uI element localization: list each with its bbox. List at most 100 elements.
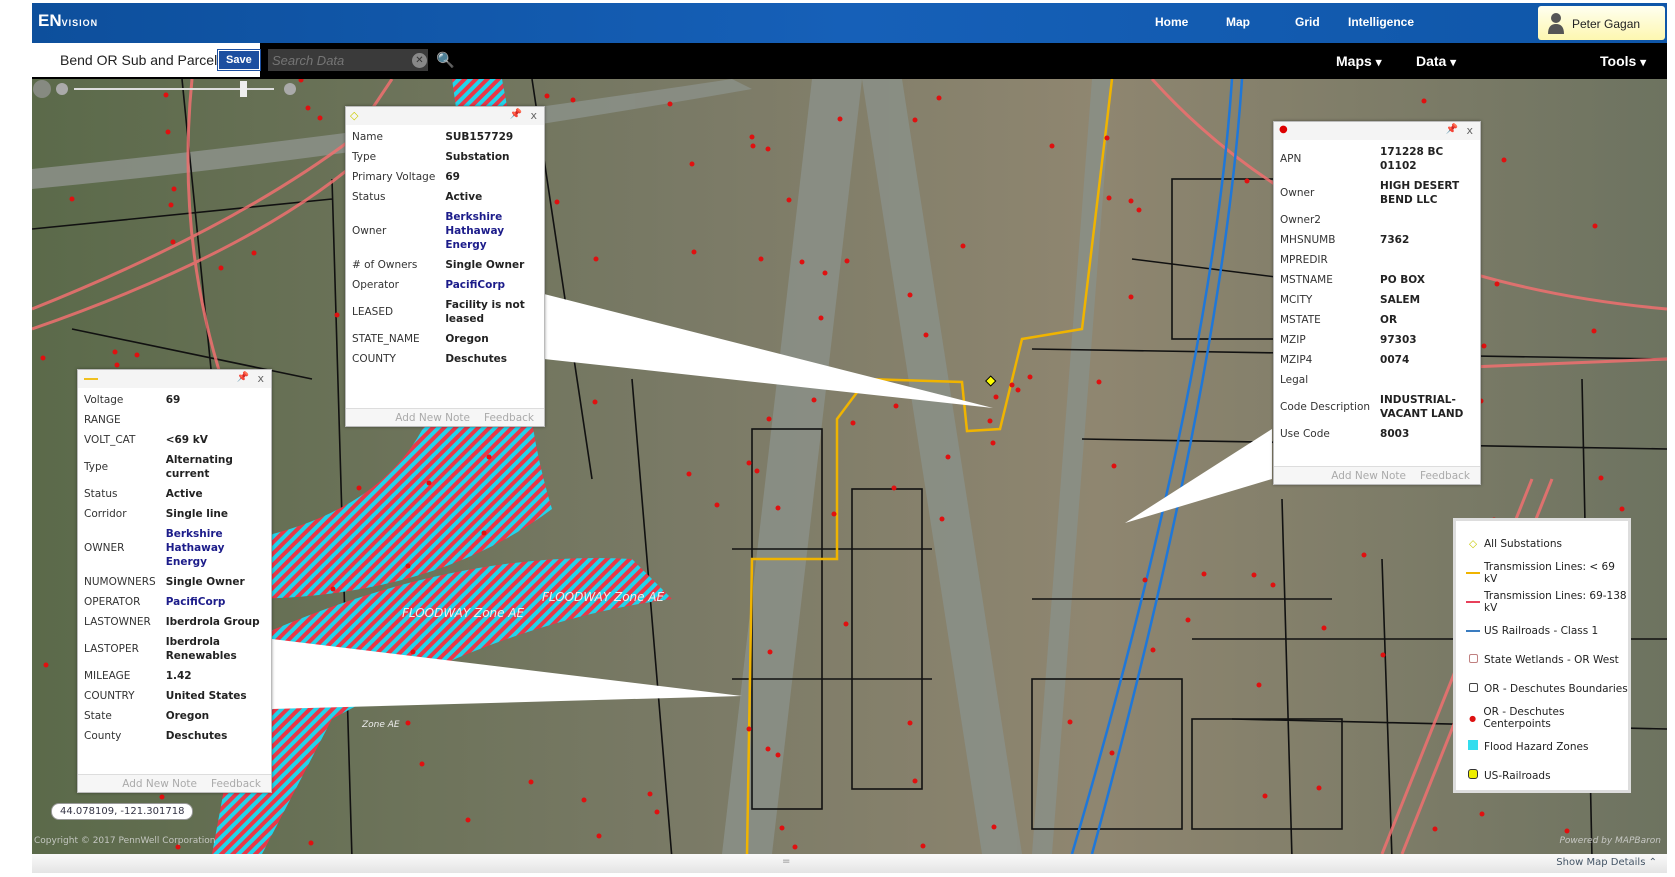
legend-square-outline-icon <box>1466 682 1480 695</box>
search-icon[interactable]: 🔍 <box>436 51 455 69</box>
centerpoint-marker <box>767 649 773 655</box>
centerpoint-marker <box>775 752 781 758</box>
legend-item[interactable]: OR - Deschutes Boundaries <box>1466 674 1628 703</box>
attribute-row: Owner HIGH DESERT BEND LLC <box>1278 176 1476 210</box>
centerpoint-marker <box>746 726 752 732</box>
centerpoint-marker <box>749 134 755 140</box>
attribute-key: Corridor <box>84 508 127 520</box>
show-map-details-button[interactable]: Show Map Details ⌃ <box>1556 857 1657 868</box>
save-button[interactable]: Save <box>217 49 261 71</box>
feedback-link[interactable]: Feedback <box>1420 470 1470 482</box>
centerpoint-marker <box>1262 793 1268 799</box>
centerpoint-marker <box>69 196 75 202</box>
menu-data[interactable]: Data ▾ <box>1416 53 1456 69</box>
nav-home[interactable]: Home <box>1155 15 1188 29</box>
clear-search-icon[interactable]: ✕ <box>412 53 427 68</box>
attribute-key: Use Code <box>1280 428 1330 440</box>
pin-icon[interactable]: 📌 <box>510 109 522 120</box>
pan-icon[interactable] <box>33 80 51 98</box>
legend-item[interactable]: ◇ All Substations <box>1466 529 1628 558</box>
attribute-key: COUNTY <box>352 353 396 365</box>
attribute-row: APN 171228 BC 01102 <box>1278 142 1476 176</box>
centerpoint-marker <box>960 243 966 249</box>
attribute-value[interactable]: PacifiCorp <box>443 275 540 295</box>
close-icon[interactable]: x <box>1466 124 1473 137</box>
centerpoint-marker <box>134 352 140 358</box>
centerpoint-marker <box>114 362 120 368</box>
zoom-control[interactable] <box>32 79 302 99</box>
add-note-link[interactable]: Add New Note <box>1331 470 1406 482</box>
attribute-key: MZIP4 <box>1280 354 1313 366</box>
centerpoint-marker <box>1592 223 1598 229</box>
centerpoint-marker <box>920 843 926 849</box>
centerpoint-marker <box>554 199 560 205</box>
attribute-value: <69 kV <box>165 434 208 446</box>
pin-icon[interactable]: 📌 <box>237 372 249 383</box>
centerpoint-marker <box>486 454 492 460</box>
legend-label: OR - Deschutes Boundaries <box>1484 682 1628 695</box>
pin-icon[interactable]: 📌 <box>1446 124 1458 135</box>
attribute-key: County <box>84 730 122 742</box>
add-note-link[interactable]: Add New Note <box>122 778 197 790</box>
centerpoint-marker <box>317 115 323 121</box>
legend-item[interactable]: ● OR - Deschutes Centerpoints <box>1466 703 1628 732</box>
attribute-row: Operator PacifiCorp <box>350 275 540 295</box>
logo-sub: VISION <box>61 18 99 28</box>
user-menu[interactable]: Peter Gagan <box>1538 6 1665 40</box>
centerpoint-marker <box>159 794 165 800</box>
nav-map[interactable]: Map <box>1226 15 1250 29</box>
attribute-value: 8003 <box>1380 428 1410 440</box>
zoom-out-icon[interactable] <box>56 83 68 95</box>
legend-item[interactable]: US-Railroads <box>1466 761 1628 790</box>
legend-item[interactable]: US Railroads - Class 1 <box>1466 616 1628 645</box>
attribute-row: MSTATE OR <box>1278 310 1476 330</box>
nav-intelligence[interactable]: Intelligence <box>1348 15 1414 29</box>
search-input[interactable] <box>268 49 428 71</box>
zoom-slider-handle[interactable] <box>240 81 247 97</box>
attribute-row: Legal <box>1278 370 1476 390</box>
popup-footer: Add New Note Feedback <box>1274 466 1480 484</box>
nav-grid[interactable]: Grid <box>1295 15 1320 29</box>
centerpoint-marker <box>1380 652 1386 658</box>
centerpoint-marker <box>987 418 993 424</box>
close-icon[interactable]: x <box>530 109 537 122</box>
attribute-value[interactable]: Berkshire Hathaway Energy <box>164 524 267 572</box>
attribute-value[interactable]: Berkshire Hathaway Energy <box>443 207 540 255</box>
resize-handle[interactable]: = <box>782 856 790 867</box>
centerpoint-marker <box>305 105 311 111</box>
close-icon[interactable]: x <box>257 372 264 385</box>
feedback-link[interactable]: Feedback <box>211 778 261 790</box>
attribute-value[interactable]: PacifiCorp <box>164 592 267 612</box>
centerpoint-marker <box>112 349 118 355</box>
add-note-link[interactable]: Add New Note <box>395 412 470 424</box>
menu-tools[interactable]: Tools ▾ <box>1600 53 1646 69</box>
legend-item[interactable]: Transmission Lines: < 69 kV <box>1466 558 1628 587</box>
centerpoint-marker <box>308 840 314 846</box>
centerpoint-marker <box>570 97 576 103</box>
centerpoint-marker <box>936 95 942 101</box>
attribute-value: Alternating current <box>165 454 233 480</box>
centerpoint-marker <box>1128 198 1134 204</box>
attribute-key: APN <box>1280 153 1302 165</box>
envision-app: ENVISION Home Map Grid Intelligence Pete… <box>32 3 1667 873</box>
map-canvas[interactable]: FLOODWAY Zone AE FLOODWAY Zone AE Zone A… <box>32 79 1667 854</box>
centerpoint-marker <box>799 259 805 265</box>
centerpoint-marker <box>1244 178 1250 184</box>
attribute-row: Code Description INDUSTRIAL-VACANT LAND <box>1278 390 1476 424</box>
centerpoint-marker <box>40 355 46 361</box>
legend-item[interactable]: Transmission Lines: 69-138 kV <box>1466 587 1628 616</box>
legend-item[interactable]: Flood Hazard Zones <box>1466 732 1628 761</box>
centerpoint-marker <box>1564 828 1570 834</box>
attribute-key: COUNTRY <box>84 690 135 702</box>
zoom-in-icon[interactable] <box>284 83 296 95</box>
envision-logo[interactable]: ENVISION <box>38 11 98 31</box>
centerpoint-marker <box>330 586 336 592</box>
menu-maps[interactable]: Maps ▾ <box>1336 53 1382 69</box>
attribute-row: MPREDIR <box>1278 250 1476 270</box>
transmission-line-popup: 📌 x Voltage 69 RANGE VOLT_CAT <69 kV Type Alter… <box>77 369 272 793</box>
attribute-key: Legal <box>1280 374 1309 386</box>
feedback-link[interactable]: Feedback <box>484 412 534 424</box>
legend-item[interactable]: State Wetlands - OR West <box>1466 645 1628 674</box>
attribute-key: STATE_NAME <box>352 333 420 345</box>
line-icon <box>84 378 98 380</box>
